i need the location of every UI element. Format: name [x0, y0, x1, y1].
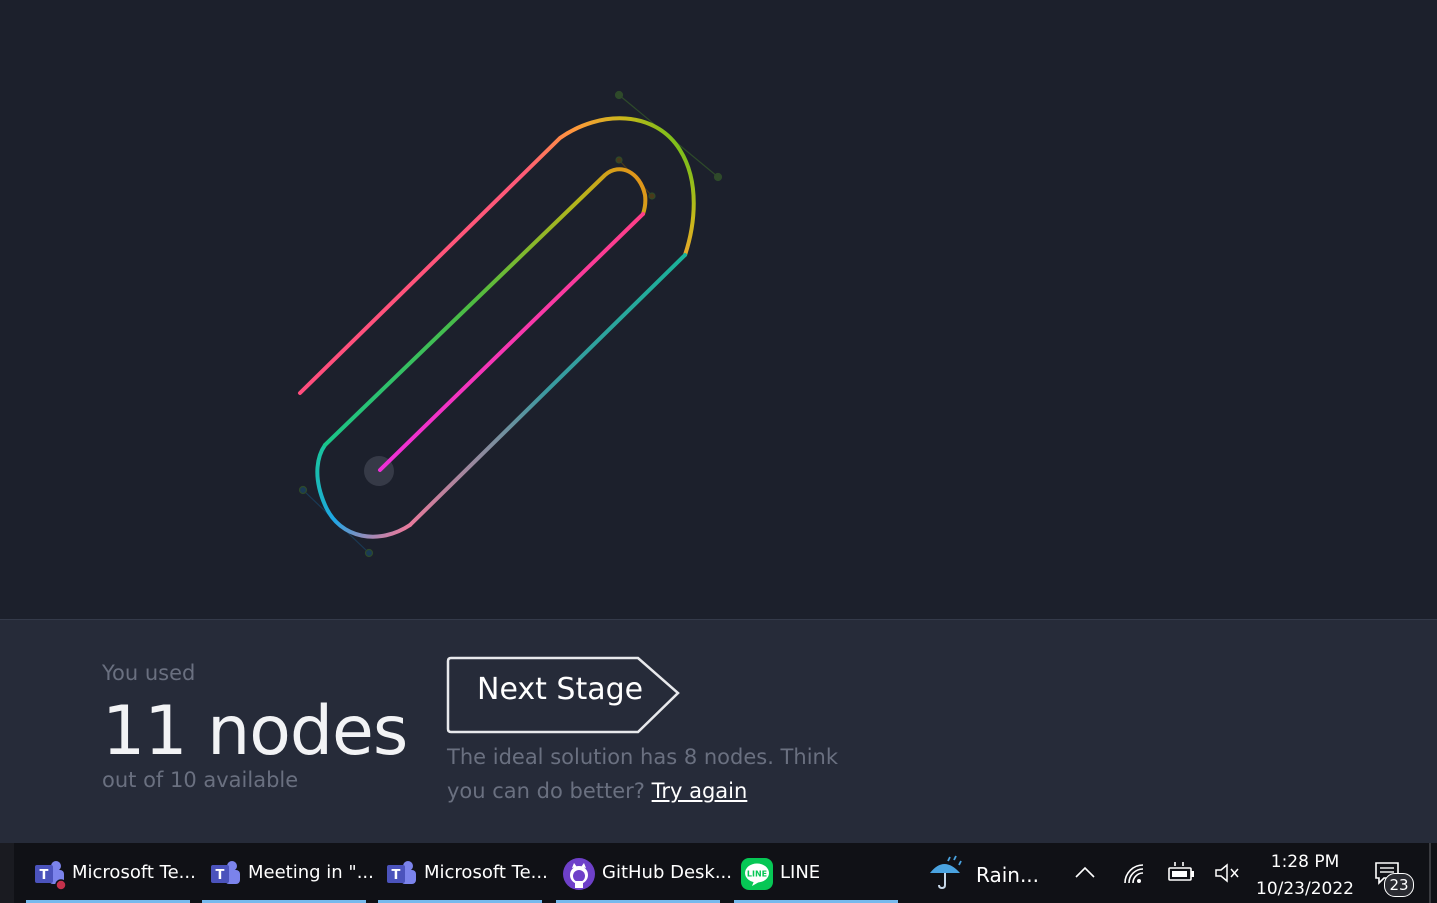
taskbar-app-label: Microsoft Te... — [72, 862, 196, 883]
next-stage-button[interactable]: Next Stage — [446, 656, 682, 734]
taskbar-app-github-desktop[interactable]: GitHub Desk... — [556, 843, 732, 903]
svg-text:T: T — [392, 868, 401, 883]
curve-outer — [298, 116, 696, 395]
control-handles[interactable] — [298, 90, 723, 558]
taskbar-app-line[interactable]: LINE LINE — [734, 843, 898, 903]
hint-text: The ideal solution has 8 nodes. Think yo… — [447, 740, 847, 808]
line-app-icon: LINE — [741, 858, 773, 890]
svg-text:T: T — [216, 868, 225, 883]
try-again-link[interactable]: Try again — [652, 779, 748, 803]
nodes-count: 11 nodes — [102, 692, 408, 771]
microsoft-teams-icon: T — [35, 861, 66, 891]
show-hidden-icons-chevron-up-icon[interactable] — [1070, 857, 1100, 889]
available-label: out of 10 available — [102, 768, 299, 792]
github-desktop-icon — [563, 858, 595, 890]
weather-label: Rain... — [976, 863, 1040, 887]
hint-message: The ideal solution has 8 nodes. Think yo… — [447, 745, 839, 803]
clock-time: 1:28 PM — [1270, 852, 1340, 872]
taskbar-app-teams-2[interactable]: T Microsoft Te... — [378, 843, 548, 903]
weather-widget[interactable]: Rain... — [924, 843, 1044, 903]
next-stage-label: Next Stage — [477, 672, 644, 707]
svg-text:T: T — [40, 868, 49, 883]
clock-date: 10/23/2022 — [1256, 879, 1354, 899]
taskbar-app-label: Meeting in "... — [248, 862, 374, 883]
microsoft-teams-icon: T — [211, 861, 240, 884]
taskbar-app-label: LINE — [780, 862, 821, 883]
taskbar-app-teams-1[interactable]: T Microsoft Te... — [26, 843, 196, 903]
svg-text:LINE: LINE — [747, 870, 767, 879]
game-canvas[interactable] — [0, 0, 1437, 619]
used-label: You used — [102, 661, 196, 685]
show-desktop-edge[interactable] — [0, 843, 14, 903]
taskbar-app-label: Microsoft Te... — [424, 862, 548, 883]
curve-bottom — [315, 443, 412, 539]
taskbar: T Microsoft Te... T Meeting in "... T Mi… — [0, 843, 1437, 903]
wifi-icon[interactable] — [1120, 857, 1150, 889]
curve-return — [408, 253, 687, 527]
result-panel: You used 11 nodes out of 10 available Ne… — [0, 619, 1437, 843]
umbrella-rain-icon — [930, 855, 962, 890]
curve-center — [378, 212, 645, 472]
volume-muted-icon[interactable] — [1212, 857, 1242, 889]
microsoft-teams-icon: T — [387, 861, 416, 884]
taskbar-app-label: GitHub Desk... — [602, 862, 732, 883]
battery-icon[interactable] — [1166, 857, 1196, 889]
show-desktop-button[interactable] — [1429, 843, 1431, 903]
curve-drawing[interactable] — [0, 0, 1437, 619]
notification-count-badge: 23 — [1384, 873, 1414, 897]
clock[interactable]: 1:28 PM 10/23/2022 — [1250, 849, 1360, 903]
action-center-button[interactable]: 23 — [1370, 857, 1414, 897]
taskbar-app-teams-meeting[interactable]: T Meeting in "... — [202, 843, 374, 903]
